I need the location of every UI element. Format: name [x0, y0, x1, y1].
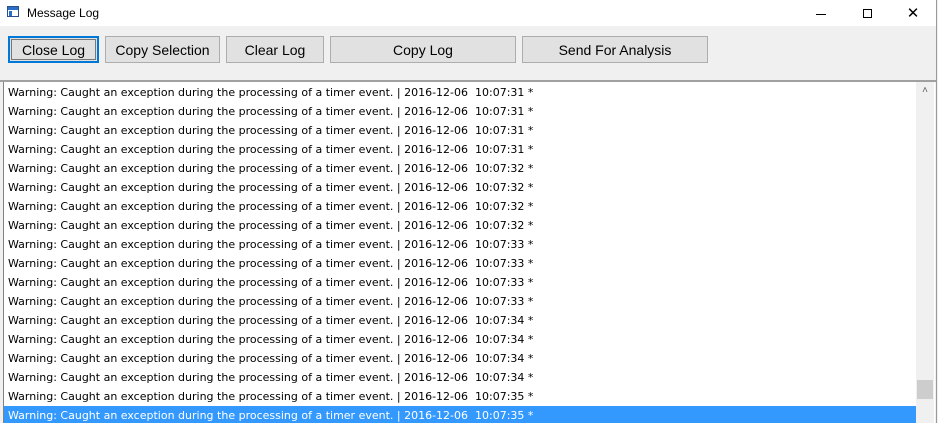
- log-entry[interactable]: Warning: Caught an exception during the …: [4, 197, 916, 216]
- minimize-icon: [816, 13, 826, 15]
- minimize-button[interactable]: [798, 0, 844, 26]
- scroll-thumb[interactable]: [917, 380, 933, 399]
- clear-log-button[interactable]: Clear Log: [226, 36, 324, 63]
- log-entry[interactable]: Warning: Caught an exception during the …: [4, 368, 916, 387]
- send-for-analysis-label: Send For Analysis: [558, 41, 672, 58]
- log-entry[interactable]: Warning: Caught an exception during the …: [4, 216, 916, 235]
- vertical-scrollbar[interactable]: ˄: [916, 82, 934, 423]
- log-entry[interactable]: Warning: Caught an exception during the …: [4, 330, 916, 349]
- log-entry[interactable]: Warning: Caught an exception during the …: [4, 349, 916, 368]
- log-entry[interactable]: Warning: Caught an exception during the …: [4, 273, 916, 292]
- log-entry[interactable]: Warning: Caught an exception during the …: [4, 235, 916, 254]
- log-entry[interactable]: Warning: Caught an exception during the …: [4, 292, 916, 311]
- log-entry[interactable]: Warning: Caught an exception during the …: [4, 178, 916, 197]
- app-window-icon: [7, 6, 19, 17]
- close-icon: ✕: [906, 3, 920, 22]
- copy-log-label: Copy Log: [393, 41, 453, 58]
- message-log-window: Message Log ✕ Close Log Copy Selection C…: [0, 0, 937, 423]
- send-for-analysis-button[interactable]: Send For Analysis: [522, 36, 708, 63]
- log-entry[interactable]: Warning: Caught an exception during the …: [4, 140, 916, 159]
- toolbar: Close Log Copy Selection Clear Log Copy …: [0, 26, 936, 80]
- focus-rect: [11, 39, 96, 60]
- log-entry[interactable]: Warning: Caught an exception during the …: [4, 311, 916, 330]
- copy-selection-button[interactable]: Copy Selection: [105, 36, 220, 63]
- maximize-button[interactable]: [844, 0, 890, 26]
- log-entry[interactable]: Warning: Caught an exception during the …: [4, 83, 916, 102]
- clear-log-label: Clear Log: [244, 41, 306, 58]
- log-entry[interactable]: Warning: Caught an exception during the …: [4, 159, 916, 178]
- close-button[interactable]: ✕: [890, 0, 936, 26]
- message-log-list[interactable]: Warning: Caught an exception during the …: [3, 82, 935, 423]
- maximize-icon: [862, 8, 872, 18]
- log-entry[interactable]: Warning: Caught an exception during the …: [4, 121, 916, 140]
- log-entry[interactable]: Warning: Caught an exception during the …: [4, 254, 916, 273]
- copy-log-button[interactable]: Copy Log: [330, 36, 516, 63]
- log-entry[interactable]: Warning: Caught an exception during the …: [4, 406, 916, 423]
- log-entry[interactable]: Warning: Caught an exception during the …: [4, 102, 916, 121]
- title-bar[interactable]: Message Log ✕: [0, 0, 936, 26]
- window-title: Message Log: [27, 6, 100, 20]
- chevron-up-icon[interactable]: ˄: [916, 82, 934, 99]
- close-log-button[interactable]: Close Log: [8, 36, 99, 63]
- log-entry[interactable]: Warning: Caught an exception during the …: [4, 387, 916, 406]
- copy-selection-label: Copy Selection: [115, 41, 210, 58]
